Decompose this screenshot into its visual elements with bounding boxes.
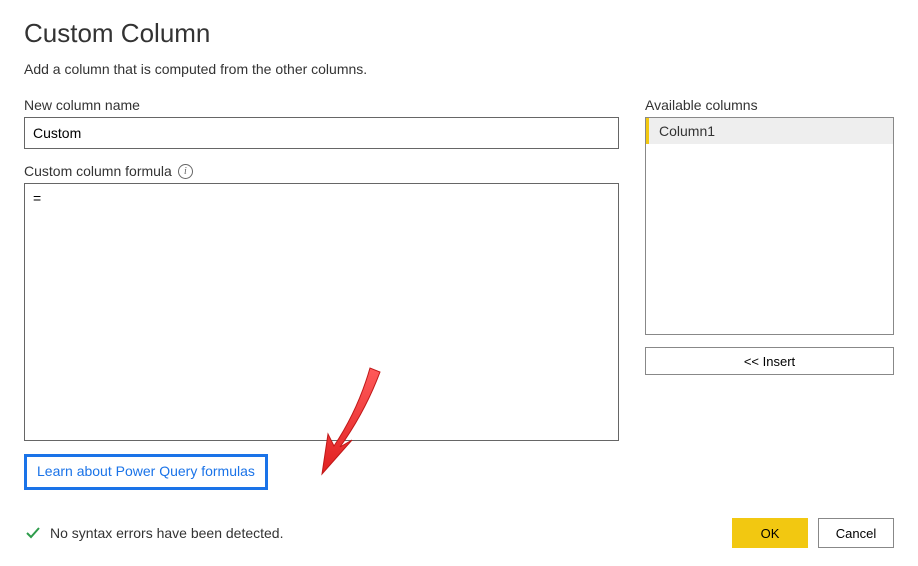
formula-label: Custom column formula: [24, 163, 172, 179]
formula-input[interactable]: [24, 183, 619, 441]
learn-power-query-link[interactable]: Learn about Power Query formulas: [37, 463, 255, 479]
checkmark-icon: [24, 524, 42, 542]
available-columns-label: Available columns: [645, 97, 894, 113]
info-icon[interactable]: i: [178, 164, 193, 179]
new-column-name-label: New column name: [24, 97, 619, 113]
dialog-subtitle: Add a column that is computed from the o…: [24, 61, 894, 77]
insert-button[interactable]: << Insert: [645, 347, 894, 375]
cancel-button[interactable]: Cancel: [818, 518, 894, 548]
available-columns-list[interactable]: Column1: [645, 117, 894, 335]
list-item[interactable]: Column1: [646, 118, 893, 144]
dialog-title: Custom Column: [24, 18, 894, 49]
status-text: No syntax errors have been detected.: [50, 525, 283, 541]
new-column-name-input[interactable]: [24, 117, 619, 149]
learn-link-highlight: Learn about Power Query formulas: [24, 454, 268, 490]
ok-button[interactable]: OK: [732, 518, 808, 548]
